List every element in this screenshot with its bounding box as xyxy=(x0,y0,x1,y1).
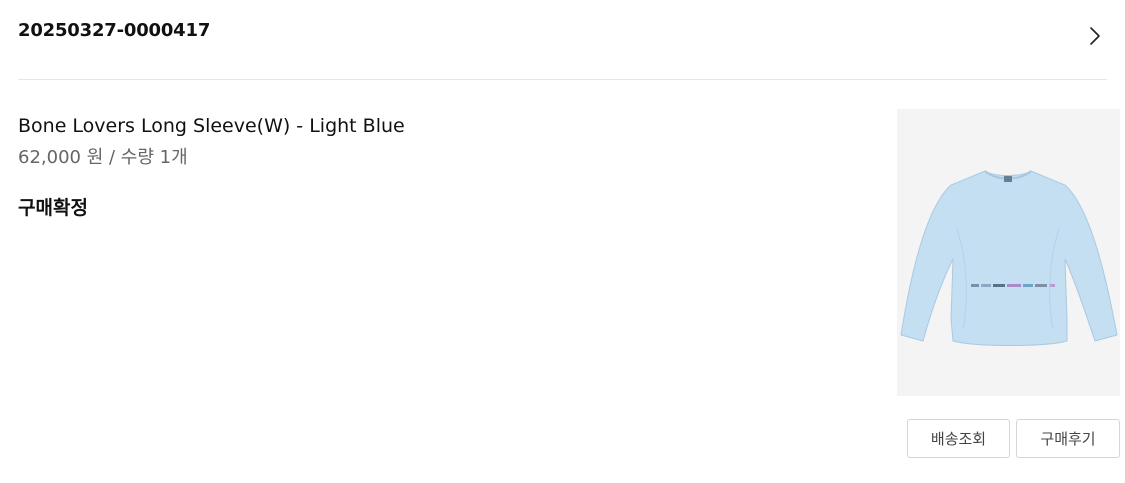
order-status: 구매확정 xyxy=(18,197,88,219)
shirt-print xyxy=(971,284,1055,287)
order-number: 20250327-0000417 xyxy=(18,20,211,41)
order-header: 20250327-0000417 xyxy=(18,0,1107,80)
long-sleeve-shirt-image xyxy=(900,170,1118,346)
order-card: 20250327-0000417 Bone Lovers Long Sleeve… xyxy=(0,0,1125,483)
write-review-button[interactable]: 구매후기 xyxy=(1016,419,1120,458)
track-delivery-button[interactable]: 배송조회 xyxy=(907,419,1010,458)
order-detail-chevron-icon[interactable] xyxy=(1083,22,1107,50)
product-info: Bone Lovers Long Sleeve(W) - Light Blue … xyxy=(18,112,405,222)
order-actions: 배송조회 구매후기 xyxy=(907,419,1120,458)
product-name[interactable]: Bone Lovers Long Sleeve(W) - Light Blue xyxy=(18,112,405,140)
product-image[interactable] xyxy=(897,109,1120,396)
product-price-quantity: 62,000 원 / 수량 1개 xyxy=(18,147,188,168)
